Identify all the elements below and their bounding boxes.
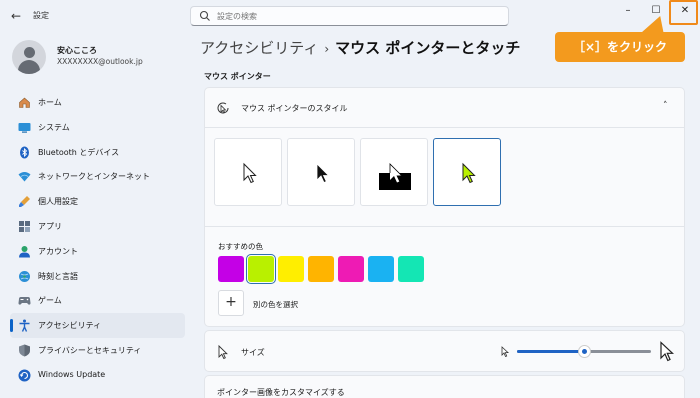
home-icon (19, 97, 30, 108)
sidebar-item-label: プライバシーとセキュリティ (38, 345, 142, 355)
breadcrumb: アクセシビリティ › マウス ポインターとタッチ (200, 37, 520, 58)
inverted-cursor-icon (379, 163, 411, 190)
bluetooth-icon (20, 146, 29, 159)
sidebar-item-accounts[interactable]: アカウント (10, 239, 185, 264)
sidebar-item-label: 時刻と言語 (38, 271, 78, 281)
recommended-colors-label: おすすめの色 (218, 242, 263, 251)
sidebar-item-label: システム (38, 122, 70, 132)
pointer-size-card: サイズ (204, 330, 685, 372)
active-indicator (10, 319, 13, 333)
sidebar-item-gaming[interactable]: ゲーム (10, 288, 185, 313)
sidebar-item-label: アカウント (38, 246, 78, 256)
color-swatch-lime[interactable] (246, 254, 276, 284)
sidebar-item-label: アクセシビリティ (38, 321, 102, 331)
sidebar-item-label: アプリ (38, 221, 62, 231)
black-cursor-icon (316, 163, 330, 184)
account-icon (19, 245, 30, 258)
add-color-button[interactable]: + (218, 290, 244, 316)
instruction-callout: ［×］をクリック (555, 32, 685, 62)
sidebar-item-accessibility[interactable]: アクセシビリティ (10, 313, 185, 338)
search-icon (199, 10, 210, 21)
pointer-size-icon (218, 344, 228, 360)
pointer-size-slider[interactable] (517, 345, 651, 358)
system-icon (18, 122, 31, 133)
pointer-style-icon (217, 102, 229, 114)
back-button[interactable]: ← (8, 8, 24, 24)
app-title: 設定 (33, 11, 49, 20)
sidebar-item-label: Bluetooth とデバイス (38, 147, 120, 157)
small-cursor-icon (501, 346, 510, 358)
minimize-button[interactable]: – (614, 0, 642, 24)
section-title: マウス ポインター (204, 72, 271, 81)
search-box[interactable] (190, 6, 509, 26)
close-button[interactable]: ✕ (670, 0, 700, 24)
add-color-label: 別の色を選択 (253, 300, 298, 309)
sidebar-item-home[interactable]: ホーム (10, 90, 185, 115)
style-option-white[interactable] (214, 138, 282, 206)
style-option-black[interactable] (287, 138, 355, 206)
sidebar-item-privacy[interactable]: プライバシーとセキュリティ (10, 338, 185, 363)
sidebar-item-time-language[interactable]: 時刻と言語 (10, 264, 185, 289)
color-swatch-blue[interactable] (368, 256, 394, 282)
title-bar: ← 設定 – ☐ ✕ (0, 0, 700, 32)
page-title: マウス ポインターとタッチ (335, 39, 521, 57)
sidebar-item-label: ゲーム (38, 296, 62, 306)
network-icon (18, 172, 31, 182)
sidebar-item-label: ホーム (38, 98, 62, 107)
sidebar-nav: ホーム システム Bluetooth とデバイス ネットワークとインターネット … (10, 90, 185, 388)
update-icon (18, 369, 31, 382)
accessibility-icon (19, 319, 30, 332)
slider-thumb[interactable] (578, 345, 591, 358)
search-input[interactable] (217, 9, 497, 24)
large-cursor-icon (660, 341, 675, 362)
sidebar-item-label: Windows Update (38, 369, 106, 379)
gaming-icon (18, 297, 31, 305)
sidebar-item-apps[interactable]: アプリ (10, 214, 185, 239)
customize-pointer-label: ポインター画像をカスタマイズする (217, 388, 345, 397)
sidebar-item-personalization[interactable]: 個人用設定 (10, 189, 185, 214)
user-name: 安心こころ (57, 46, 97, 55)
breadcrumb-parent[interactable]: アクセシビリティ (200, 39, 318, 57)
breadcrumb-separator: › (324, 42, 330, 56)
sidebar-item-label: ネットワークとインターネット (38, 172, 150, 182)
color-swatch-teal[interactable] (398, 256, 424, 282)
pointer-size-label: サイズ (241, 348, 265, 357)
custom-cursor-icon (462, 162, 476, 184)
pointer-style-header[interactable]: マウス ポインターのスタイル ˄ (205, 88, 684, 128)
customize-pointer-card[interactable]: ポインター画像をカスタマイズする (204, 375, 685, 398)
sidebar-item-network[interactable]: ネットワークとインターネット (10, 164, 185, 189)
user-email: XXXXXXXX@outlook.jp (57, 57, 143, 66)
shield-icon (19, 344, 30, 357)
style-option-inverted[interactable] (360, 138, 428, 206)
avatar (12, 40, 46, 74)
pointer-style-card: マウス ポインターのスタイル ˄ おすすめの色 + 別の色を選択 (204, 87, 685, 327)
color-swatch-yellow[interactable] (278, 256, 304, 282)
pointer-style-title: マウス ポインターのスタイル (241, 104, 348, 113)
style-option-custom[interactable] (433, 138, 501, 206)
brush-icon (19, 196, 30, 208)
sidebar-item-system[interactable]: システム (10, 115, 185, 140)
sidebar-item-windows-update[interactable]: Windows Update (10, 363, 185, 388)
white-cursor-icon (243, 162, 257, 184)
chevron-up-icon[interactable]: ˄ (663, 101, 668, 111)
slider-fill (517, 350, 584, 353)
color-swatch-pink[interactable] (338, 256, 364, 282)
color-swatch-orange[interactable] (308, 256, 334, 282)
color-swatch-purple[interactable] (218, 256, 244, 282)
sidebar-item-label: 個人用設定 (38, 197, 78, 207)
apps-icon (19, 220, 30, 232)
time-language-icon (19, 270, 30, 282)
sidebar-item-bluetooth[interactable]: Bluetooth とデバイス (10, 140, 185, 165)
recommended-colors-section: おすすめの色 + 別の色を選択 (205, 226, 684, 326)
